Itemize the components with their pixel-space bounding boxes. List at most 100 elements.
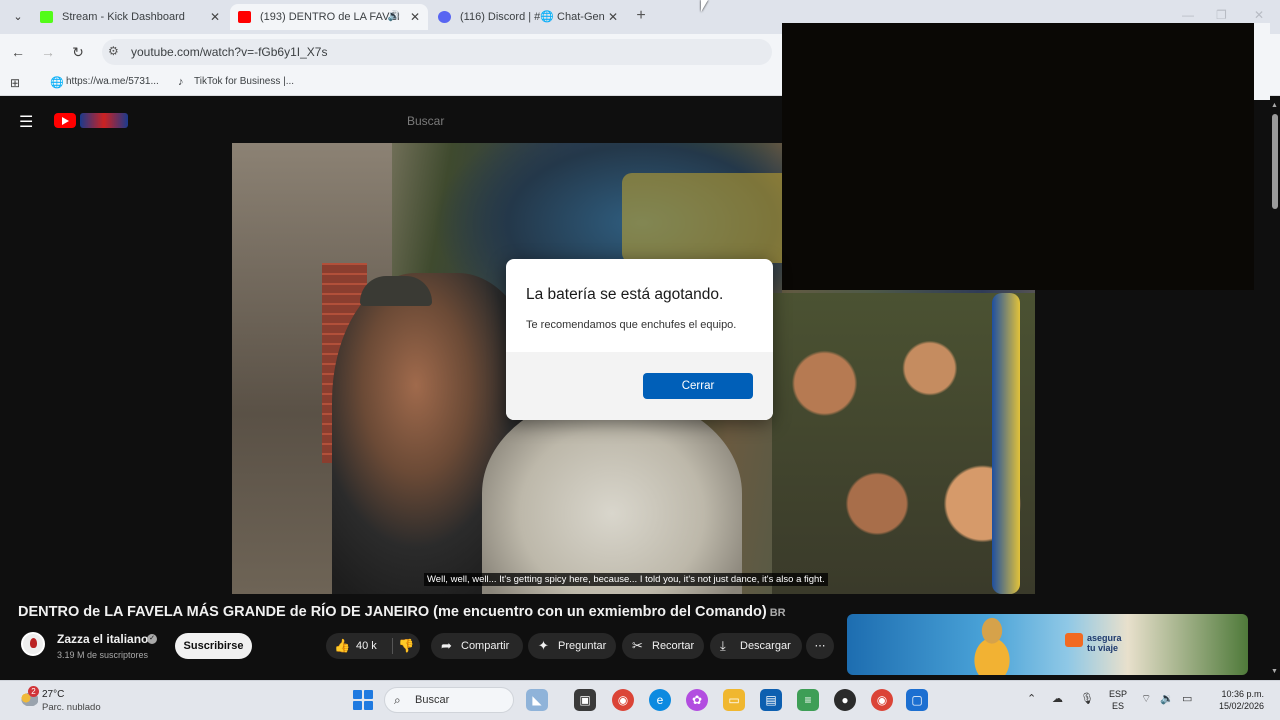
weather-condition[interactable]: Parc. nublado: [42, 702, 101, 713]
dialog-title: La batería se está agotando.: [526, 286, 724, 303]
clock-time: 10:36 p.m.: [1221, 689, 1264, 699]
clip-button[interactable]: ✂ Recortar: [622, 633, 704, 659]
like-count[interactable]: 40 k: [356, 633, 377, 659]
close-tab-icon[interactable]: ✕: [608, 4, 618, 30]
like-separator: [392, 638, 393, 654]
subscribe-button[interactable]: Suscribirse: [175, 633, 252, 659]
app-window-icon[interactable]: ▢: [906, 689, 928, 711]
channel-name[interactable]: Zazza el italiano: [57, 632, 148, 646]
start-button[interactable]: [353, 690, 373, 710]
search-icon: ⌕: [394, 693, 401, 707]
video-scene-pillar: [992, 293, 1020, 594]
chrome-icon[interactable]: ◉: [612, 689, 634, 711]
taskbar-search[interactable]: ⌕ Buscar: [384, 687, 514, 713]
ad-line2: tu viaje: [1087, 643, 1119, 653]
task-view-icon[interactable]: ▣: [574, 689, 596, 711]
scroll-up-icon[interactable]: ▲: [1271, 102, 1278, 109]
windows-logo-tile: [364, 690, 373, 699]
video-scene-cap: [360, 276, 432, 306]
download-button[interactable]: ⤓ Descargar: [710, 633, 802, 659]
reload-button[interactable]: ↻: [68, 42, 88, 62]
copilot-icon[interactable]: ✿: [686, 689, 708, 711]
obs-icon[interactable]: ●: [834, 689, 856, 711]
search-input[interactable]: Buscar: [407, 114, 444, 128]
store-icon[interactable]: ▤: [760, 689, 782, 711]
more-actions-button[interactable]: ⋯: [806, 633, 834, 659]
notepad-icon[interactable]: ≡: [797, 689, 819, 711]
channel-actions-row: Zazza el italiano ✓ 3.19 M de suscriptor…: [0, 628, 840, 668]
address-bar[interactable]: ⚙ youtube.com/watch?v=-fGb6y1I_X7s: [102, 39, 772, 65]
back-button[interactable]: ←: [8, 42, 28, 62]
apps-grid-icon[interactable]: ⊞: [10, 76, 20, 90]
widget-shark-icon[interactable]: ◣: [526, 689, 548, 711]
dialog-message: Te recomendamos que enchufes el equipo.: [526, 319, 737, 331]
tray-app-icon[interactable]: ☁: [1052, 692, 1063, 705]
ad-logo-icon: [1065, 633, 1083, 647]
scrollbar-thumb[interactable]: [1272, 114, 1278, 209]
windows-logo-tile: [353, 701, 362, 710]
dialog-footer: Cerrar: [506, 352, 773, 420]
ad-person-image: [957, 616, 1027, 675]
menu-hamburger-icon[interactable]: ☰: [19, 112, 33, 132]
ad-line1: asegura: [1087, 633, 1122, 643]
sparkle-icon: ✦: [538, 638, 549, 653]
window-close-icon[interactable]: ✕: [1254, 8, 1264, 22]
ask-label: Preguntar: [558, 640, 607, 652]
page-scrollbar[interactable]: ▲ ▼: [1270, 100, 1280, 680]
bookmark-tiktok[interactable]: ♪ TikTok for Business |...: [178, 76, 294, 88]
ad-text: asegura tu viaje: [1065, 633, 1122, 653]
volume-icon[interactable]: 🔉: [1160, 692, 1174, 705]
video-title: DENTRO de LA FAVELA MÁS GRANDE de RÍO DE…: [18, 604, 786, 620]
windows-logo-tile: [353, 690, 362, 699]
toolbar-edge: [1254, 23, 1270, 100]
system-clock[interactable]: 10:36 p.m. 15/02/2026: [1208, 688, 1264, 712]
edge-icon[interactable]: e: [649, 689, 671, 711]
tab-youtube-video[interactable]: (193) DENTRO de LA FAVEI 🔊 ✕: [230, 4, 428, 30]
clock-date: 15/02/2026: [1218, 701, 1264, 711]
scroll-down-icon[interactable]: ▼: [1271, 668, 1278, 675]
file-explorer-icon[interactable]: ▭: [723, 689, 745, 711]
bookmark-whatsapp[interactable]: 🌐 https://wa.me/5731...: [50, 76, 159, 89]
tray-chevron-icon[interactable]: ⌃: [1027, 692, 1036, 705]
site-info-icon[interactable]: ⚙: [108, 44, 119, 58]
overlay-window: [782, 23, 1254, 290]
youtube-logo-icon[interactable]: [54, 113, 76, 128]
microphone-icon[interactable]: 🎙: [1080, 692, 1094, 705]
close-tab-icon[interactable]: ✕: [410, 4, 420, 30]
language-indicator[interactable]: ESP ES: [1109, 688, 1127, 712]
tab-search-chevron-icon[interactable]: ⌄: [8, 7, 28, 27]
lang-top: ESP: [1109, 689, 1128, 699]
battery-icon[interactable]: ▭: [1182, 692, 1192, 705]
speaker-icon[interactable]: 🔊: [388, 4, 400, 30]
tab-kick-dashboard[interactable]: Stream - Kick Dashboard ✕: [32, 4, 228, 30]
mouse-cursor-icon: [701, 0, 708, 12]
new-tab-button[interactable]: +: [632, 6, 650, 26]
share-button[interactable]: ➦ Compartir: [431, 633, 523, 659]
minimize-icon[interactable]: —: [1182, 8, 1194, 22]
more-dots-icon: ⋯: [814, 640, 826, 652]
like-icon[interactable]: 👍: [334, 633, 350, 659]
download-icon: ⤓: [720, 638, 726, 653]
chrome-profile-icon[interactable]: ◉: [871, 689, 893, 711]
youtube-doodle[interactable]: [80, 113, 128, 128]
video-title-text: DENTRO de LA FAVELA MÁS GRANDE de RÍO DE…: [18, 604, 767, 620]
maximize-icon[interactable]: ❐: [1216, 8, 1227, 22]
dialog-close-button[interactable]: Cerrar: [643, 373, 753, 399]
address-url: youtube.com/watch?v=-fGb6y1I_X7s: [131, 45, 328, 59]
tab-title: Stream - Kick Dashboard: [62, 11, 185, 23]
ask-button[interactable]: ✦ Preguntar: [528, 633, 616, 659]
close-tab-icon[interactable]: ✕: [210, 4, 220, 30]
lang-bottom: ES: [1112, 701, 1125, 711]
country-badge: BR: [769, 607, 786, 619]
wifi-icon[interactable]: ⌔: [1141, 692, 1151, 706]
ad-banner[interactable]: asegura tu viaje: [847, 614, 1248, 675]
battery-warning-dialog: La batería se está agotando. Te recomend…: [506, 259, 773, 420]
dislike-icon[interactable]: 👎: [398, 633, 414, 659]
download-label: Descargar: [740, 640, 791, 652]
weather-badge: 2: [28, 686, 39, 697]
tab-discord[interactable]: (116) Discord | #🌐 Chat-Gen ✕: [430, 4, 626, 30]
tab-title: (193) DENTRO de LA FAVEI: [260, 11, 400, 23]
channel-avatar[interactable]: [21, 632, 45, 656]
forward-button[interactable]: →: [38, 42, 58, 62]
weather-temperature[interactable]: 27°C: [42, 689, 64, 700]
